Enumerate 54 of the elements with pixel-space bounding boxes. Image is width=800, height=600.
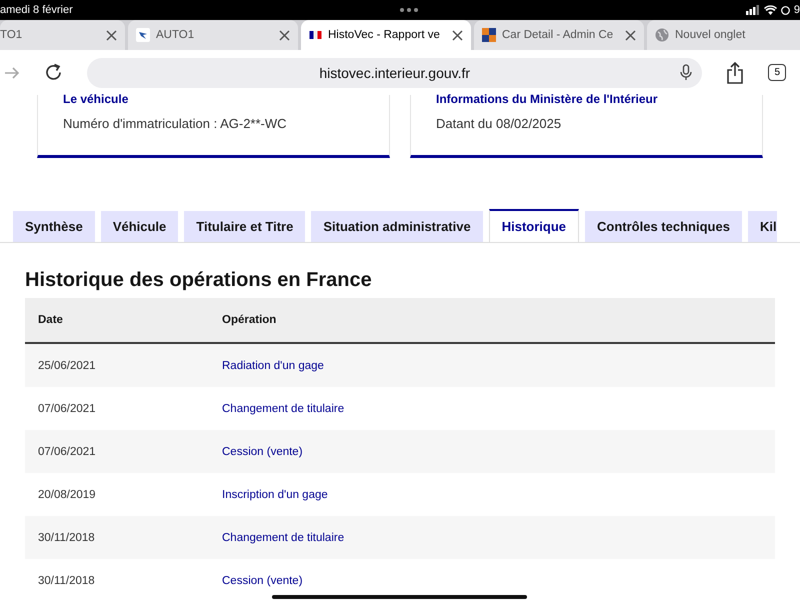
section-title: Historique des opérations en France — [25, 269, 373, 292]
flag-icon — [309, 31, 322, 39]
tab-title: HistoVec - Rapport ve — [328, 29, 441, 41]
browser-tab[interactable]: Nouvel onglet — [647, 20, 800, 50]
battery-percent: 9 — [794, 4, 800, 16]
status-date: amedi 8 février — [0, 4, 73, 16]
card-text: Datant du 08/02/2025 — [436, 116, 562, 131]
globe-icon — [655, 28, 669, 42]
close-icon[interactable] — [452, 30, 463, 40]
section-tab[interactable]: Situation administrative — [311, 211, 483, 242]
operation-cell[interactable]: Changement de titulaire — [222, 532, 344, 544]
close-icon[interactable] — [106, 30, 117, 40]
operation-cell[interactable]: Cession (vente) — [222, 446, 303, 458]
operation-cell[interactable]: Inscription d'un gage — [222, 488, 328, 500]
tab-title: AUTO1 — [156, 29, 196, 41]
date-cell: 25/06/2021 — [38, 360, 96, 372]
reload-icon[interactable] — [44, 63, 63, 82]
microphone-icon[interactable] — [680, 64, 692, 81]
operation-cell[interactable]: Radiation d'un gage — [222, 360, 324, 372]
section-tab[interactable]: Contrôles techniques — [585, 211, 742, 242]
section-tab[interactable]: Véhicule — [100, 211, 178, 242]
address-field[interactable]: histovec.interieur.gouv.fr — [87, 58, 702, 88]
card-title: Le véhicule — [63, 92, 130, 106]
squares-icon — [482, 28, 496, 42]
wifi-icon — [764, 5, 777, 15]
tab-title: TO1 — [0, 29, 24, 41]
column-header: Date — [25, 298, 209, 343]
date-cell: 07/06/2021 — [38, 446, 96, 458]
bird-logo-icon — [136, 28, 150, 42]
tab-title: Nouvel onglet — [675, 29, 746, 41]
multitask-dots-icon[interactable] — [400, 8, 418, 12]
browser-tab[interactable]: HistoVec - Rapport ve — [301, 20, 471, 50]
card-title: Informations du Ministère de l'Intérieur — [436, 92, 659, 106]
date-cell: 30/11/2018 — [38, 532, 95, 544]
share-icon[interactable] — [726, 62, 744, 84]
tab-count-button[interactable]: 5 — [768, 64, 786, 81]
card-text: Numéro d'immatriculation : AG-2**-WC — [63, 116, 288, 131]
section-tab[interactable]: Historique — [488, 209, 580, 242]
operation-cell[interactable]: Cession (vente) — [222, 574, 303, 586]
column-header: Opération — [209, 298, 775, 343]
tab-title: Car Detail - Admin Ce — [502, 29, 614, 41]
date-cell: 30/11/2018 — [38, 574, 95, 586]
section-tab[interactable]: Titulaire et Titre — [184, 211, 306, 242]
browser-tab[interactable]: TO1 — [0, 20, 125, 50]
date-cell: 20/08/2019 — [38, 488, 96, 500]
signal-icon — [746, 5, 760, 15]
section-tab[interactable]: Kil — [748, 211, 777, 242]
browser-tab[interactable]: AUTO1 — [128, 20, 298, 50]
close-icon[interactable] — [625, 30, 636, 40]
browser-tab[interactable]: Car Detail - Admin Ce — [474, 20, 644, 50]
section-tab[interactable]: Synthèse — [13, 211, 95, 242]
close-icon[interactable] — [279, 30, 290, 40]
date-cell: 07/06/2021 — [38, 402, 96, 414]
operation-cell[interactable]: Changement de titulaire — [222, 402, 344, 414]
